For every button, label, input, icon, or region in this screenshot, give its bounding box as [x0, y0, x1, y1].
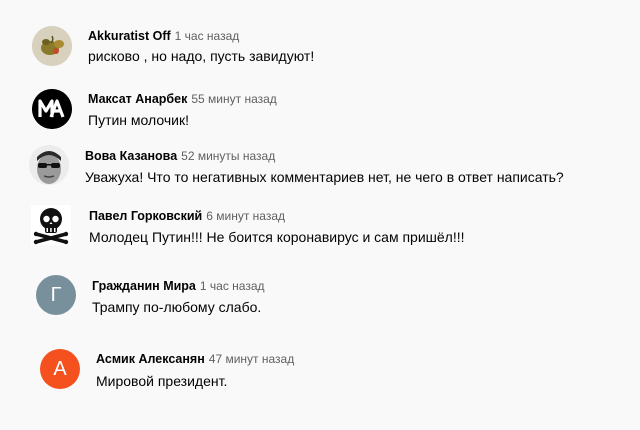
comment-item: Akkuratist Off 1 час назад рисково , но н… [0, 22, 640, 72]
comment-text: рисково , но надо, пусть завидуют! [88, 48, 315, 64]
avatar-letter: Г [50, 283, 62, 306]
comment-text: Путин молочик! [88, 112, 189, 128]
letter-avatar[interactable]: Г [36, 275, 76, 315]
comment-timestamp[interactable]: 52 минуты назад [181, 149, 275, 163]
avatar-letter: А [53, 357, 67, 380]
skull-crossbones-avatar[interactable] [31, 205, 71, 245]
comment-author[interactable]: Павел Горковский [89, 209, 202, 223]
comment-timestamp[interactable]: 55 минут назад [191, 92, 276, 106]
comment-author[interactable]: Асмик Алексанян [96, 352, 205, 366]
comment-author[interactable]: Максат Анарбек [88, 92, 187, 106]
comment-timestamp[interactable]: 47 минут назад [209, 352, 294, 366]
comment-item: Г Гражданин Мира 1 час назад Трампу по-лю… [0, 273, 640, 323]
comment-author[interactable]: Akkuratist Off [88, 29, 171, 43]
comment-text: Уважуха! Что то негативных комментариев … [85, 169, 564, 185]
letter-avatar[interactable]: А [40, 349, 80, 389]
man-sunglasses-avatar[interactable] [29, 145, 69, 185]
comment-author[interactable]: Вова Казанова [85, 149, 177, 163]
comment-item: Вова Казанова 52 минуты назад Уважуха! Чт… [0, 143, 640, 193]
comment-timestamp[interactable]: 6 минут назад [206, 209, 285, 223]
ma-logo-avatar[interactable] [32, 89, 72, 129]
comment-text: Мировой президент. [96, 373, 228, 389]
comment-timestamp[interactable]: 1 час назад [200, 279, 265, 293]
comment-text: Трампу по-любому слабо. [92, 299, 262, 315]
comment-item: Максат Анарбек 55 минут назад Путин молоч… [0, 86, 640, 136]
comment-item: Павел Горковский 6 минут назад Молодец Пу… [0, 203, 640, 253]
comment-timestamp[interactable]: 1 час назад [175, 29, 240, 43]
fruit-photo-avatar[interactable] [32, 26, 72, 66]
comment-item: А Асмик Алексанян 47 минут назад Мировой … [0, 347, 640, 397]
comment-author[interactable]: Гражданин Мира [92, 279, 196, 293]
comment-text: Молодец Путин!!! Не боится коронавирус и… [89, 229, 465, 245]
